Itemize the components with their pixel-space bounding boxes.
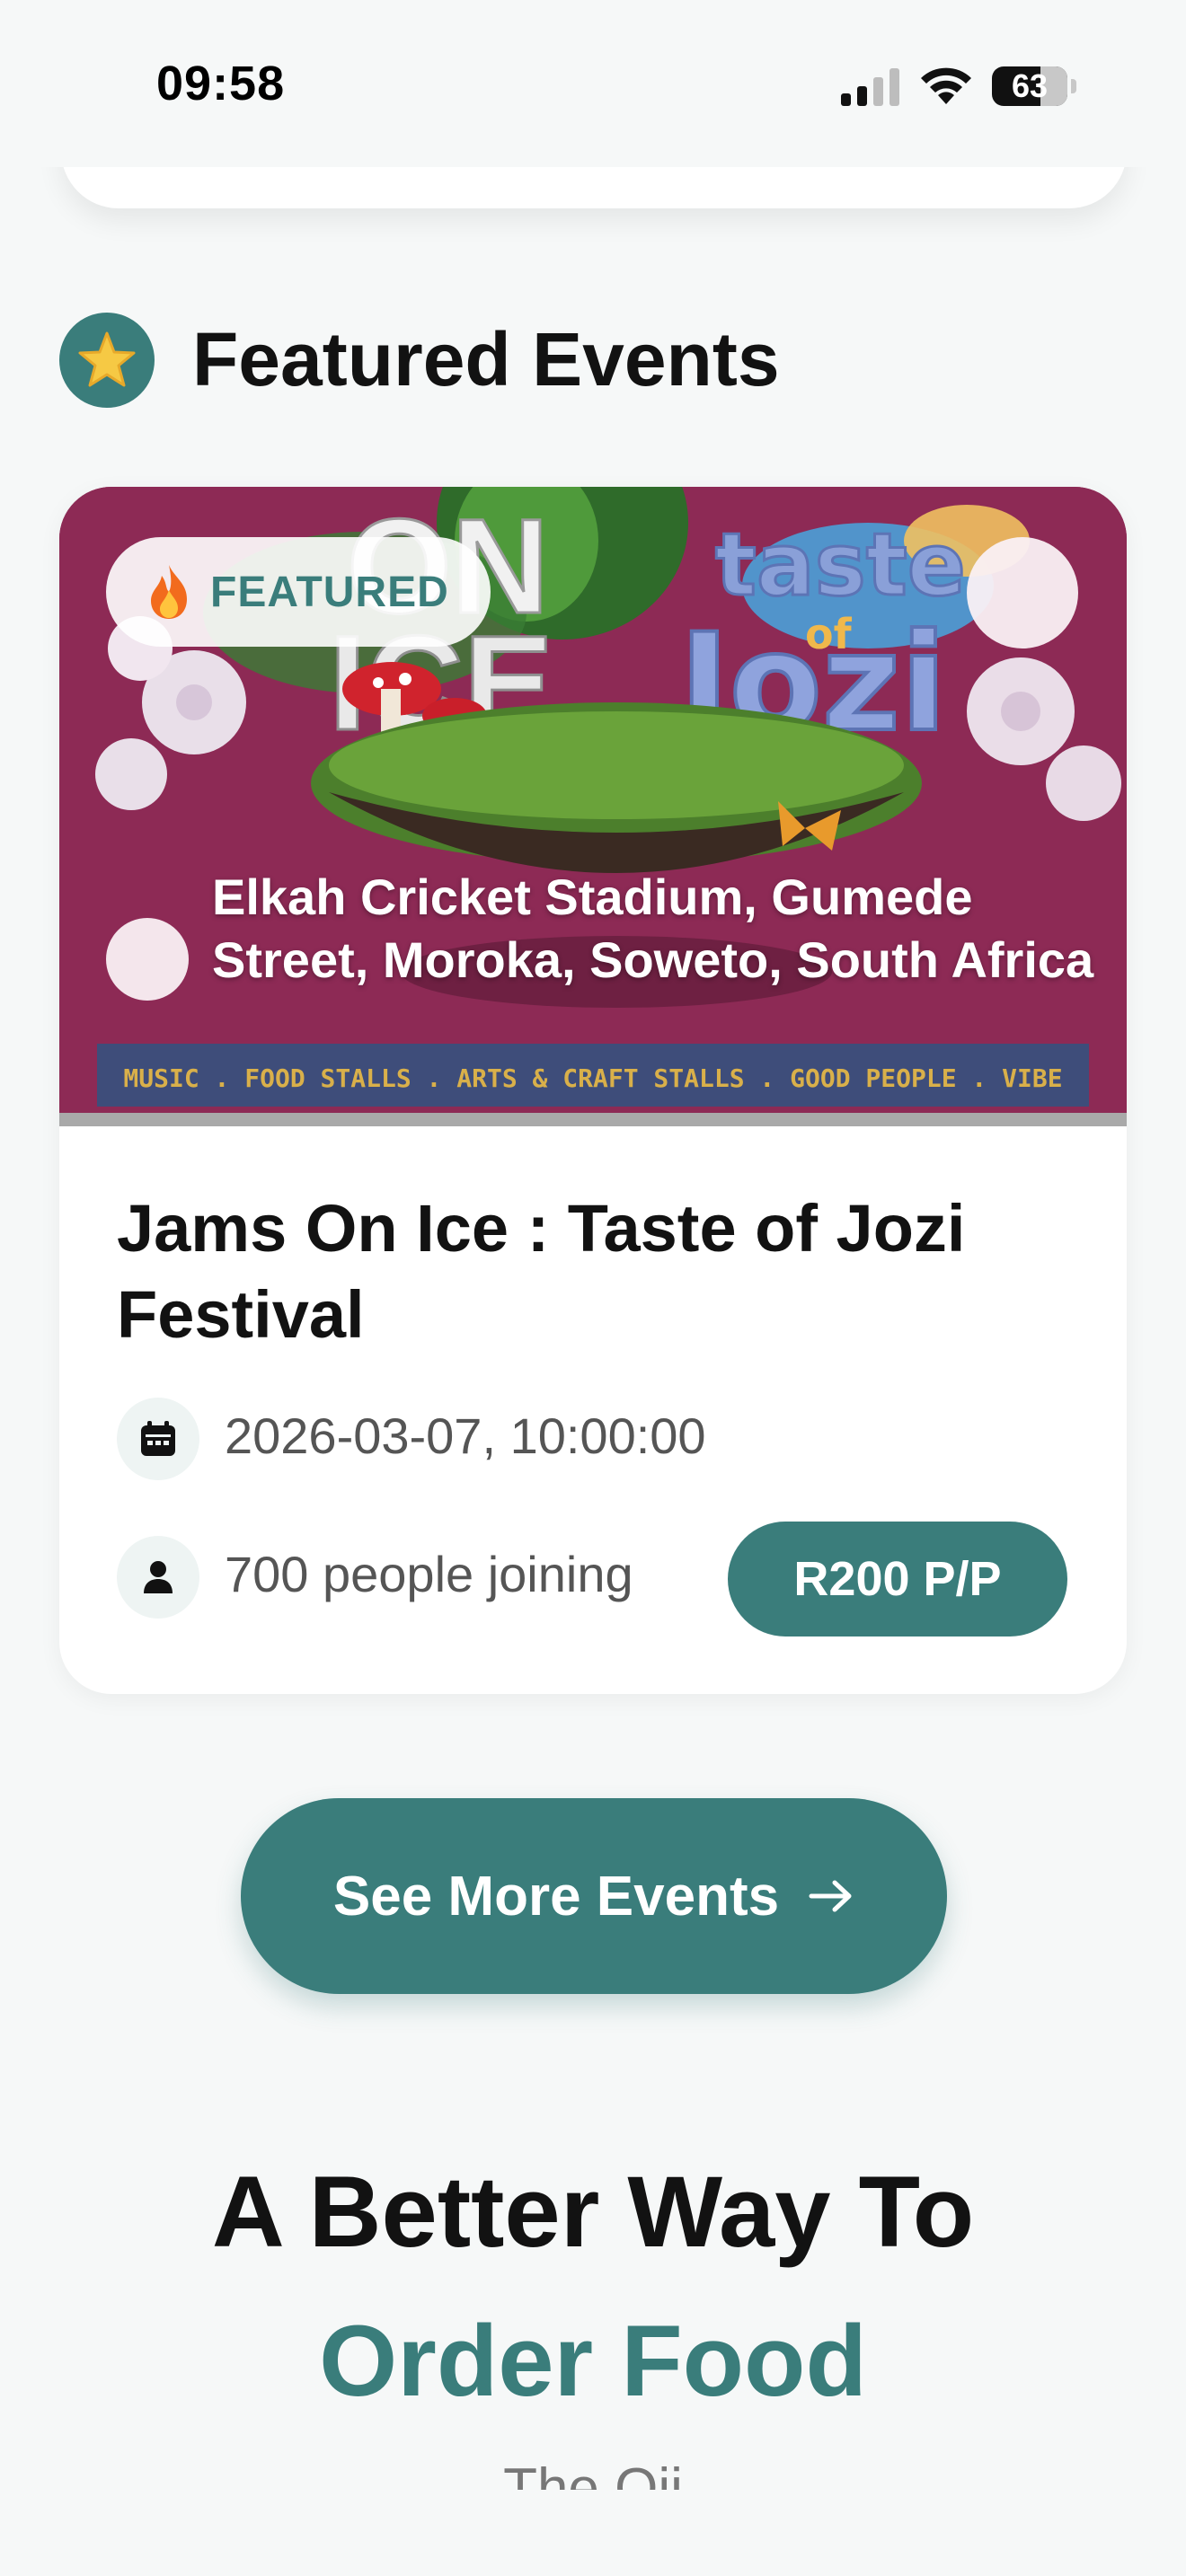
favorite-button[interactable] bbox=[967, 537, 1078, 648]
promo-subtext: The Oji bbox=[0, 2465, 1186, 2490]
person-icon bbox=[117, 1536, 199, 1619]
featured-label: FEATURED bbox=[210, 568, 449, 616]
poster-text-taste: taste bbox=[715, 515, 966, 615]
battery-level: 63 bbox=[1011, 67, 1049, 104]
see-more-events-button[interactable]: See More Events bbox=[241, 1798, 947, 1994]
location-pin-icon bbox=[106, 918, 189, 1001]
status-time: 09:58 bbox=[156, 57, 286, 110]
star-icon bbox=[59, 313, 155, 408]
event-title[interactable]: Jams On Ice : Taste of Jozi Festival bbox=[117, 1186, 1069, 1358]
event-location: Elkah Cricket Stadium, Gumede Street, Mo… bbox=[212, 869, 1094, 988]
event-image[interactable]: ON ICE taste of Jozi bbox=[59, 487, 1127, 1126]
calendar-icon bbox=[117, 1398, 199, 1480]
promo-subtext-partial: The Oji bbox=[0, 2465, 1186, 2490]
arrow-right-icon bbox=[809, 1880, 852, 1912]
bottom-fade bbox=[0, 2490, 1186, 2576]
promo-heading-line2: Order Food bbox=[319, 2305, 867, 2417]
image-divider bbox=[59, 1113, 1127, 1126]
event-attendees: 700 people joining bbox=[225, 1546, 633, 1602]
poster-banner: MUSIC . FOOD STALLS . ARTS & CRAFT STALL… bbox=[123, 1063, 1062, 1093]
promo-heading-line1: A Better Way To bbox=[211, 2156, 975, 2268]
battery-cap bbox=[1071, 79, 1076, 93]
featured-badge: FEATURED bbox=[106, 537, 491, 647]
battery-icon: 63 bbox=[992, 66, 1067, 106]
wifi-icon bbox=[921, 67, 971, 104]
event-card[interactable]: ON ICE taste of Jozi bbox=[59, 487, 1127, 1694]
status-bar: 09:58 63 bbox=[0, 0, 1186, 167]
see-more-label: See More Events bbox=[332, 1865, 780, 1928]
signal-icon bbox=[841, 68, 899, 106]
section-title: Featured Events bbox=[192, 317, 780, 401]
price-badge[interactable]: R200 P/P bbox=[728, 1522, 1067, 1636]
fire-icon bbox=[151, 565, 187, 619]
page: 09:58 63 Featured Events ICE taste of Jo… bbox=[0, 0, 1186, 2576]
event-datetime: 2026-03-07, 10:00:00 bbox=[225, 1407, 706, 1464]
